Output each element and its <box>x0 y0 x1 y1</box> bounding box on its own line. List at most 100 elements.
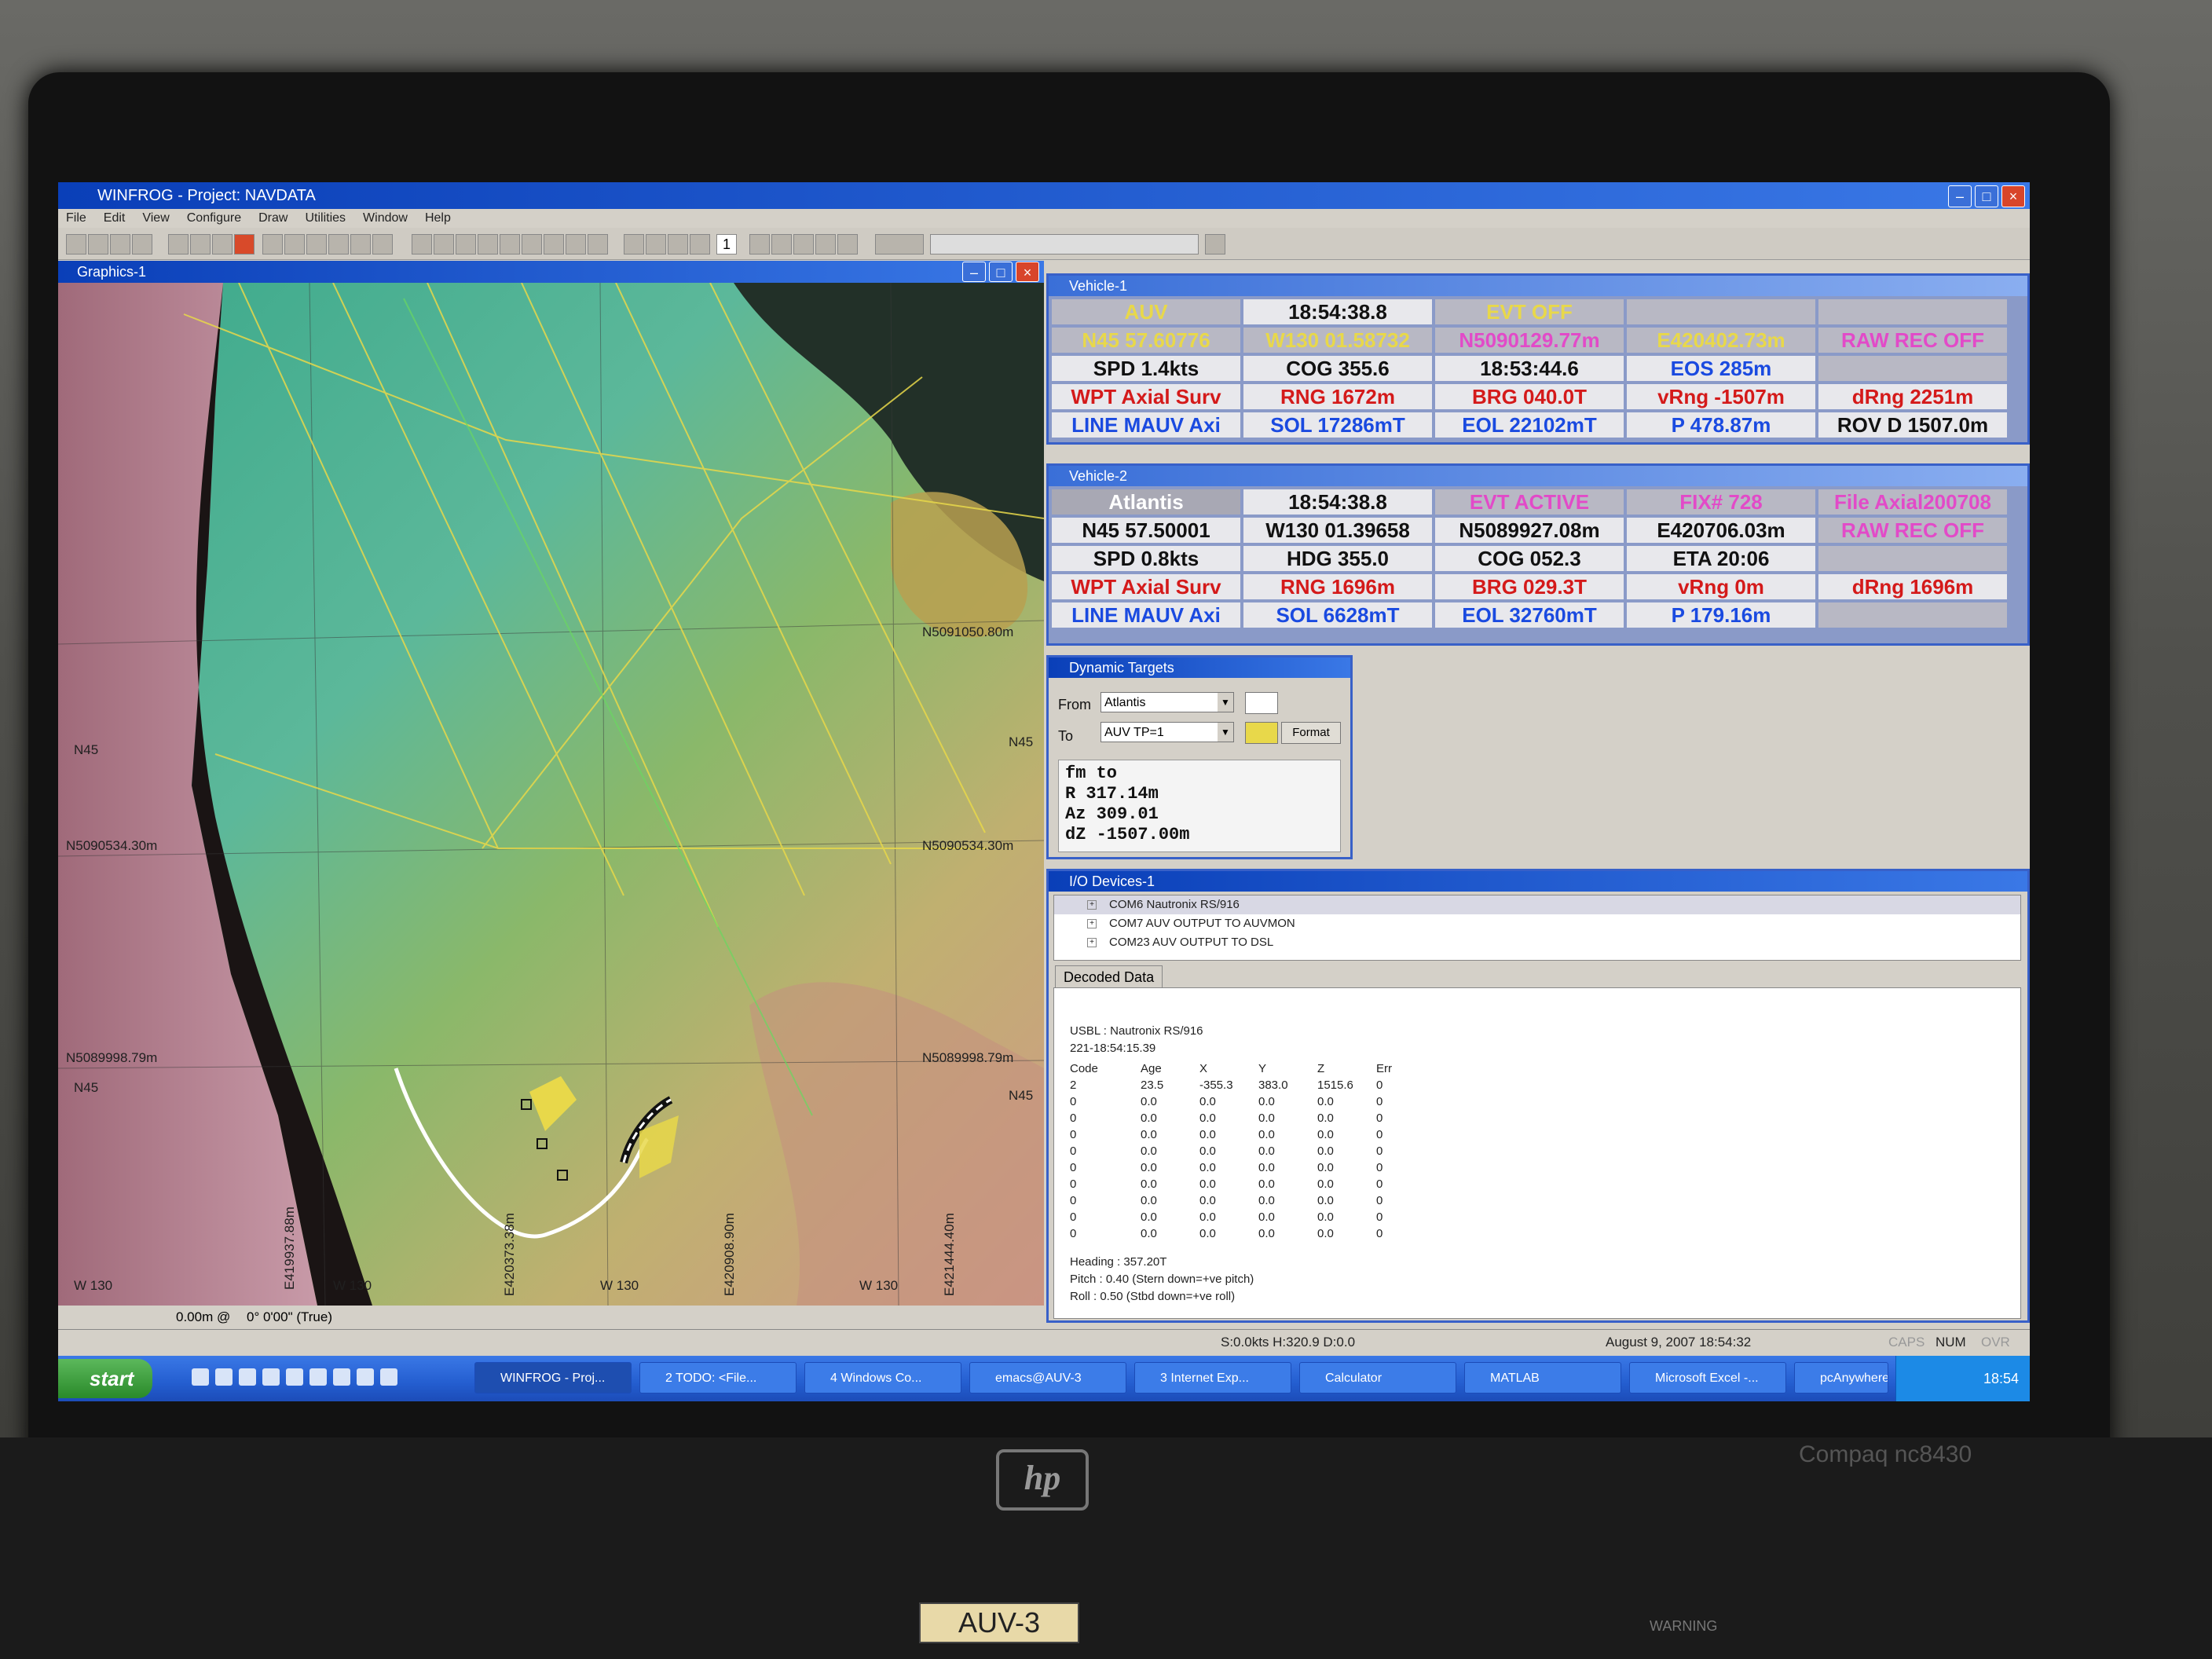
hp-logo: hp <box>996 1449 1089 1511</box>
maximize-button[interactable]: □ <box>1975 185 1998 207</box>
task-todo[interactable]: 2 TODO: <File... <box>639 1362 797 1393</box>
zoom-box-icon[interactable] <box>110 234 130 255</box>
from-color-swatch[interactable] <box>1245 692 1278 714</box>
col-x: X <box>1199 1062 1208 1075</box>
tool-icon[interactable] <box>284 234 305 255</box>
tool-icon[interactable] <box>771 234 792 255</box>
tool-icon[interactable] <box>624 234 644 255</box>
pan-icon[interactable] <box>132 234 152 255</box>
io-device-row[interactable]: + COM23 AUV OUTPUT TO DSL <box>1054 933 2020 952</box>
task-pcanywhere[interactable]: pcAnywhere Ma... <box>1794 1362 1888 1393</box>
expand-icon[interactable]: + <box>1087 900 1097 910</box>
menu-help[interactable]: Help <box>425 209 451 228</box>
menu-edit[interactable]: Edit <box>104 209 126 228</box>
quicklaunch-icon[interactable] <box>215 1368 233 1386</box>
task-windows-console[interactable]: 4 Windows Co... <box>804 1362 961 1393</box>
tool-icon[interactable] <box>434 234 454 255</box>
quicklaunch-icon[interactable] <box>262 1368 280 1386</box>
tool-icon[interactable] <box>875 234 924 255</box>
graphics-titlebar: Graphics-1 – □ × <box>58 261 1044 283</box>
tool-icon[interactable] <box>837 234 858 255</box>
warning-label: WARNING <box>1650 1618 1718 1634</box>
task-winfrog[interactable]: WINFROG - Proj... <box>474 1362 632 1393</box>
decoded-data-panel: USBL : Nautronix RS/916 221-18:54:15.39 … <box>1053 987 2021 1319</box>
start-button[interactable]: start <box>58 1359 152 1398</box>
quicklaunch-icon[interactable] <box>380 1368 397 1386</box>
draw-icon[interactable] <box>168 234 189 255</box>
tool-icon[interactable] <box>478 234 498 255</box>
zoom-out-icon[interactable] <box>88 234 108 255</box>
delta-range: dRng 2251m <box>1818 384 2007 409</box>
tool-icon[interactable] <box>646 234 666 255</box>
table-cell: 0 <box>1376 1161 1383 1174</box>
tool-icon[interactable] <box>544 234 564 255</box>
quicklaunch-icon[interactable] <box>357 1368 374 1386</box>
to-color-swatch[interactable] <box>1245 722 1278 744</box>
quicklaunch-icon[interactable] <box>309 1368 327 1386</box>
target-icon[interactable] <box>212 234 233 255</box>
tool-icon[interactable] <box>522 234 542 255</box>
toolbar-field[interactable] <box>930 234 1199 255</box>
latitude: N45 57.50001 <box>1052 518 1240 543</box>
io-device-row[interactable]: + COM7 AUV OUTPUT TO AUVMON <box>1054 914 2020 933</box>
tool-icon[interactable] <box>815 234 836 255</box>
ruler-icon[interactable] <box>190 234 211 255</box>
menu-utilities[interactable]: Utilities <box>305 209 346 228</box>
tool-icon[interactable] <box>1205 234 1225 255</box>
tool-icon[interactable] <box>412 234 432 255</box>
quicklaunch-icon[interactable] <box>239 1368 256 1386</box>
quicklaunch-icon[interactable] <box>333 1368 350 1386</box>
tool-icon[interactable] <box>690 234 710 255</box>
task-emacs[interactable]: emacs@AUV-3 <box>969 1362 1126 1393</box>
quicklaunch-icon[interactable] <box>286 1368 303 1386</box>
label-n5090534-right: N5090534.30m <box>922 838 1013 853</box>
expand-icon[interactable]: + <box>1087 919 1097 928</box>
task-calculator[interactable]: Calculator <box>1299 1362 1456 1393</box>
menu-configure[interactable]: Configure <box>187 209 241 228</box>
minimize-button[interactable]: – <box>962 262 986 282</box>
tool-icon[interactable] <box>262 234 283 255</box>
easting: E420402.73m <box>1627 328 1815 353</box>
menu-window[interactable]: Window <box>363 209 408 228</box>
tool-icon[interactable] <box>793 234 814 255</box>
to-select[interactable]: AUV TP=1 <box>1101 722 1234 742</box>
tool-icon[interactable] <box>749 234 770 255</box>
quicklaunch-icon[interactable] <box>192 1368 209 1386</box>
io-device-row[interactable]: + COM6 Nautronix RS/916 <box>1054 895 2020 914</box>
table-cell: 0.0 <box>1258 1194 1275 1207</box>
task-matlab[interactable]: MATLAB <box>1464 1362 1621 1393</box>
from-select[interactable]: Atlantis <box>1101 692 1234 712</box>
close-button[interactable]: × <box>1016 262 1039 282</box>
expand-icon[interactable]: + <box>1087 938 1097 947</box>
maximize-button[interactable]: □ <box>989 262 1013 282</box>
task-internet-explorer[interactable]: 3 Internet Exp... <box>1134 1362 1291 1393</box>
bathymetry-map[interactable]: N5091050.80m N5090534.30m N5090534.30m N… <box>58 283 1044 1306</box>
tool-icon[interactable] <box>500 234 520 255</box>
close-button[interactable]: × <box>2001 185 2025 207</box>
tool-icon[interactable] <box>668 234 688 255</box>
tab-decoded-data[interactable]: Decoded Data <box>1055 965 1163 989</box>
record-icon[interactable] <box>234 234 255 255</box>
menu-draw[interactable]: Draw <box>258 209 287 228</box>
table-cell: 0 <box>1070 1194 1077 1207</box>
tool-icon[interactable] <box>306 234 327 255</box>
tool-icon[interactable] <box>588 234 608 255</box>
menu-file[interactable]: File <box>66 209 86 228</box>
zoom-in-icon[interactable] <box>66 234 86 255</box>
table-row: 0 0.0 0.0 0.0 0.0 0 <box>1070 1126 1392 1143</box>
task-excel[interactable]: Microsoft Excel -... <box>1629 1362 1786 1393</box>
tool-icon[interactable] <box>372 234 393 255</box>
table-cell: 0.0 <box>1141 1161 1157 1174</box>
tool-icon[interactable] <box>456 234 476 255</box>
minimize-button[interactable]: – <box>1948 185 1972 207</box>
menu-view[interactable]: View <box>142 209 169 228</box>
tool-icon[interactable] <box>350 234 371 255</box>
tool-icon[interactable] <box>328 234 349 255</box>
page-number[interactable]: 1 <box>716 234 737 255</box>
tool-icon[interactable] <box>566 234 586 255</box>
table-cell: 1515.6 <box>1317 1079 1353 1092</box>
vehicle2-title: Vehicle-2 <box>1069 468 1128 484</box>
format-button[interactable]: Format <box>1281 722 1341 744</box>
fix-time: 18:53:44.6 <box>1435 356 1624 381</box>
longitude: W130 01.58732 <box>1243 328 1432 353</box>
